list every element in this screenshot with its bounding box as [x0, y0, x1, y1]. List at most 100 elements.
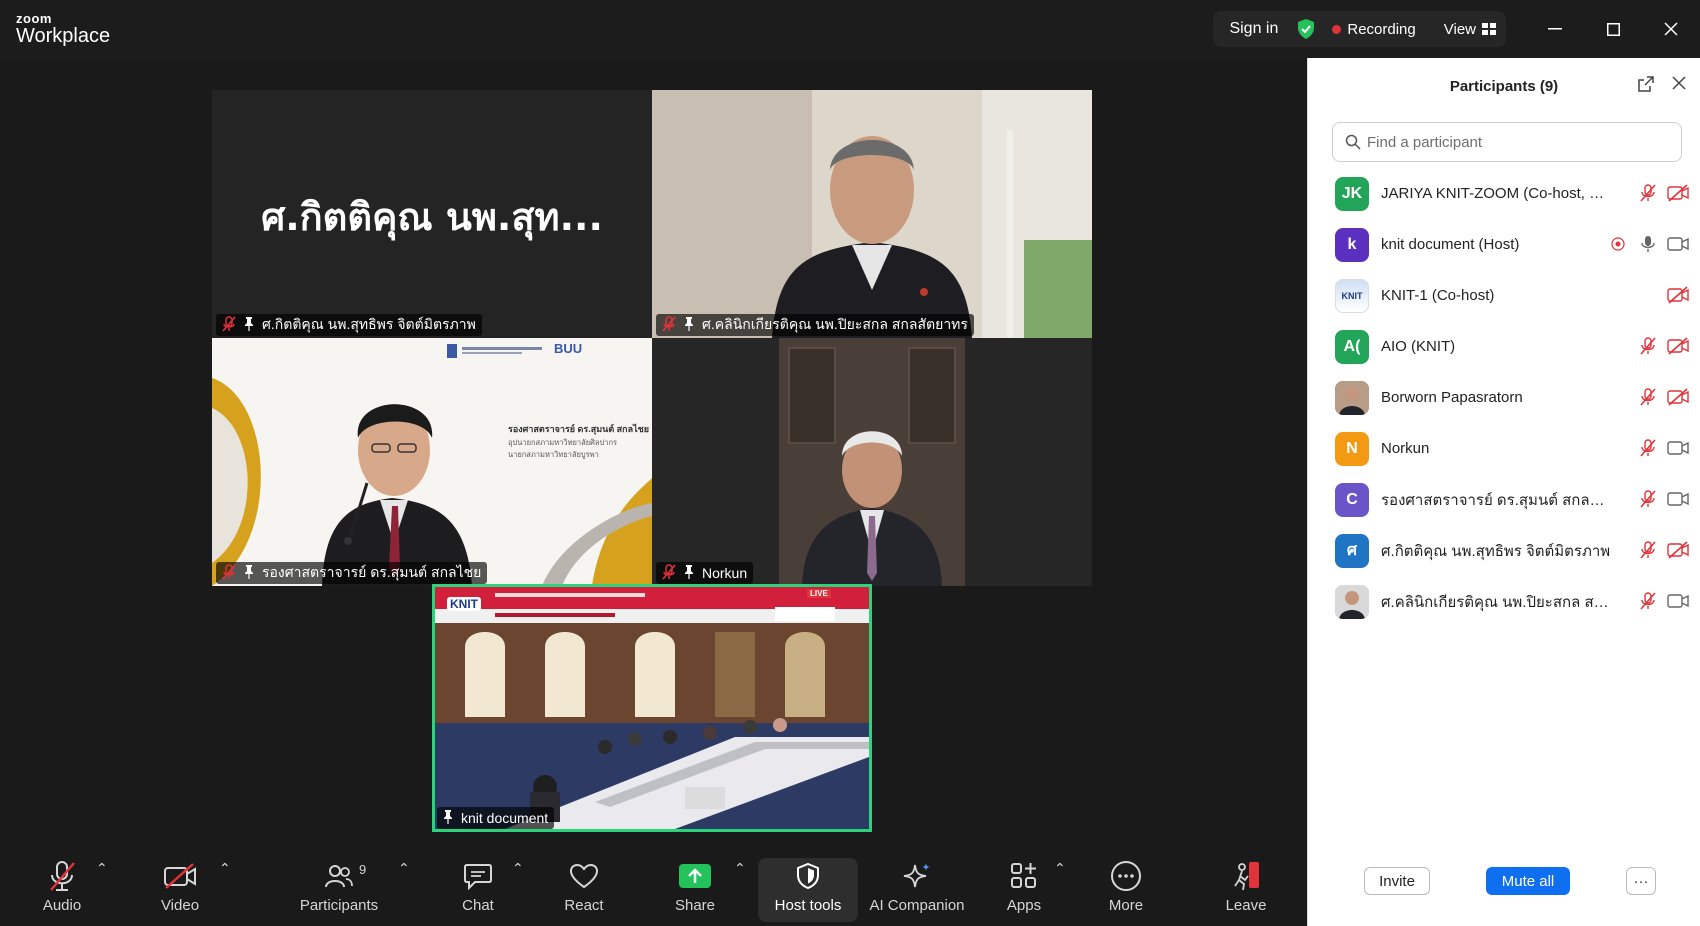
audio-options-caret[interactable]: ⌃ — [96, 860, 108, 877]
video-stage: ศ.กิตติคุณ นพ.สุท... ศ.กิตติคุณ นพ.สุทธิ… — [0, 58, 1307, 848]
video-tile-1[interactable]: ศ.กิตติคุณ นพ.สุท... ศ.กิตติคุณ นพ.สุทธิ… — [212, 90, 652, 338]
panel-title: Participants (9) — [1449, 77, 1559, 95]
banner-logo: KNIT — [447, 597, 481, 611]
camera-off-icon[interactable] — [1666, 335, 1690, 357]
title-bar: zoom Workplace Sign in Recording View — [0, 0, 1700, 58]
close-window-button[interactable] — [1642, 0, 1700, 58]
participant-name: knit document (Host) — [1381, 236, 1520, 253]
participant-name: JARIYA KNIT-ZOOM (Co-host, me) — [1381, 185, 1611, 202]
participant-row[interactable]: KNIT KNIT-1 (Co-host) — [1308, 270, 1700, 321]
avatar — [1335, 380, 1369, 415]
participant-row[interactable]: N Norkun — [1308, 423, 1700, 474]
mic-muted-icon[interactable] — [1636, 590, 1660, 612]
apps-button[interactable]: Apps — [992, 848, 1056, 926]
camera-off-icon[interactable] — [1666, 386, 1690, 408]
participant-status-icons — [1630, 335, 1690, 357]
participant-name: รองศาสตราจารย์ ดร.สุมนต์ สกลไชย — [262, 564, 482, 580]
avatar: A( — [1335, 329, 1369, 364]
react-button[interactable]: React — [552, 848, 616, 926]
chat-options-caret[interactable]: ⌃ — [512, 860, 524, 877]
video-tile-2[interactable]: ศ.คลินิกเกียรติคุณ นพ.ปิยะสกล สกลสัตยาทร — [652, 90, 1092, 338]
mic-muted-icon[interactable] — [1636, 335, 1660, 357]
participant-row[interactable]: ศ ศ.กิตติคุณ นพ.สุทธิพร จิตต์มิตรภาพ — [1308, 525, 1700, 576]
video-tile-active-speaker[interactable]: KNIT LIVE knit document — [432, 584, 872, 832]
participant-status-icons — [1630, 488, 1690, 510]
pop-out-icon[interactable] — [1638, 76, 1654, 96]
participant-list: JK JARIYA KNIT-ZOOM (Co-host, me) k knit do… — [1308, 168, 1700, 627]
panel-more-button[interactable]: ··· — [1626, 867, 1656, 895]
participants-count: 9 — [359, 862, 367, 877]
video-options-caret[interactable]: ⌃ — [219, 860, 231, 877]
camera-icon[interactable] — [1666, 233, 1690, 255]
pin-icon — [244, 316, 254, 334]
invite-button[interactable]: Invite — [1364, 867, 1430, 895]
slide-line-1: อุปนายกสภามหาวิทยาลัยศิลปากร — [508, 438, 618, 447]
react-label: React — [564, 897, 604, 914]
sign-in-button[interactable]: Sign in — [1229, 20, 1278, 38]
participant-search-input[interactable]: Find a participant — [1332, 122, 1682, 162]
mic-muted-icon[interactable] — [1636, 386, 1660, 408]
slide-logo: BUU — [554, 341, 583, 356]
more-button[interactable]: More — [1094, 848, 1158, 926]
participant-status-icons — [1660, 284, 1690, 306]
camera-icon[interactable] — [1666, 437, 1690, 459]
maximize-button[interactable] — [1584, 0, 1642, 58]
video-button[interactable]: Video — [148, 848, 212, 926]
share-button[interactable]: Share — [663, 848, 727, 926]
pin-icon — [684, 316, 694, 334]
grid-view-icon[interactable] — [1482, 23, 1496, 35]
mic-muted-icon — [222, 315, 236, 335]
mic-muted-icon[interactable] — [1636, 539, 1660, 561]
camera-off-icon[interactable] — [1666, 284, 1690, 306]
top-controls: Sign in Recording View — [1213, 11, 1506, 47]
logo-workplace-text: Workplace — [16, 25, 111, 47]
heart-icon — [569, 863, 599, 889]
participant-row[interactable]: Borworn Papasratorn — [1308, 372, 1700, 423]
participants-options-caret[interactable]: ⌃ — [398, 860, 410, 877]
participant-video — [652, 90, 1092, 338]
host-tools-button[interactable]: Host tools — [758, 848, 858, 926]
participant-name: ศ.กิตติคุณ นพ.สุทธิพร จิตต์มิตรภาพ — [1381, 542, 1611, 560]
participant-name: AIO (KNIT) — [1381, 338, 1456, 355]
participant-row[interactable]: C รองศาสตราจารย์ ดร.สุมนต์ สกลไชย — [1308, 474, 1700, 525]
avatar-initials: A( — [1343, 337, 1361, 355]
participants-button[interactable]: 9 Participants — [296, 848, 382, 926]
ai-companion-button[interactable]: AI Companion — [862, 848, 972, 926]
mic-muted-icon[interactable] — [1636, 437, 1660, 459]
camera-off-icon[interactable] — [1666, 182, 1690, 204]
leave-button[interactable]: Leave — [1214, 848, 1278, 926]
mic-icon[interactable] — [1636, 233, 1660, 255]
video-tile-3[interactable]: BUU รองศาสตราจารย์ ดร.สุมนต์ สกลไชย อุปน… — [212, 338, 652, 586]
apps-options-caret[interactable]: ⌃ — [1054, 860, 1066, 877]
camera-off-icon[interactable] — [1666, 539, 1690, 561]
share-options-caret[interactable]: ⌃ — [734, 860, 746, 877]
tile-nameplate: ศ.คลินิกเกียรติคุณ นพ.ปิยะสกล สกลสัตยาทร — [656, 314, 974, 336]
shield-check-icon[interactable] — [1296, 18, 1316, 40]
avatar: KNIT — [1335, 278, 1369, 313]
close-panel-icon[interactable] — [1672, 74, 1686, 95]
chat-button[interactable]: Chat — [446, 848, 510, 926]
mic-muted-icon — [222, 563, 236, 583]
close-icon — [1664, 22, 1678, 36]
camera-icon[interactable] — [1666, 590, 1690, 612]
mute-all-button[interactable]: Mute all — [1486, 867, 1570, 895]
mic-muted-icon[interactable] — [1636, 182, 1660, 204]
minimize-button[interactable] — [1526, 0, 1584, 58]
camera-icon[interactable] — [1666, 488, 1690, 510]
mic-muted-icon — [662, 315, 676, 335]
tile-nameplate: Norkun — [656, 562, 754, 584]
audio-button[interactable]: Audio — [30, 848, 94, 926]
mic-muted-icon[interactable] — [1636, 488, 1660, 510]
video-tile-4[interactable]: Norkun — [652, 338, 1092, 586]
participant-row[interactable]: A( AIO (KNIT) — [1308, 321, 1700, 372]
view-button[interactable]: View — [1444, 21, 1476, 38]
chat-label: Chat — [462, 897, 494, 914]
participant-row[interactable]: JK JARIYA KNIT-ZOOM (Co-host, me) — [1308, 168, 1700, 219]
avatar-initials: N — [1346, 439, 1358, 457]
participant-row[interactable]: k knit document (Host) — [1308, 219, 1700, 270]
recording-indicator[interactable]: Recording — [1347, 21, 1415, 38]
participant-row[interactable]: ศ.คลินิกเกียรติคุณ นพ.ปิยะสกล สกลสั... — [1308, 576, 1700, 627]
meeting-toolbar: Audio ⌃ Video ⌃ 9 Participants ⌃ Chat ⌃ … — [0, 848, 1307, 926]
search-icon — [1345, 134, 1361, 150]
avatar: ศ — [1335, 533, 1369, 568]
